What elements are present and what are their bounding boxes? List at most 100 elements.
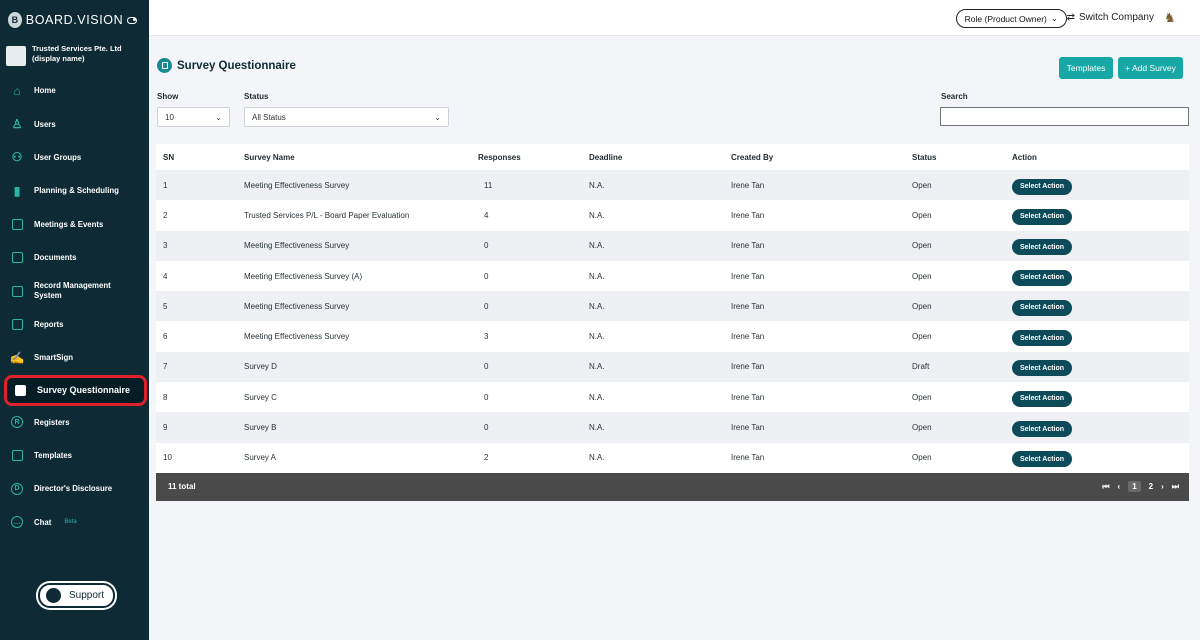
select-action-button[interactable]: Select Action bbox=[1012, 208, 1072, 225]
select-action-button[interactable]: Select Action bbox=[1012, 390, 1072, 407]
sidebar-item-templates[interactable]: Templates bbox=[0, 439, 149, 472]
next-page-icon[interactable]: › bbox=[1161, 482, 1164, 491]
cell-deadline: N.A. bbox=[589, 180, 605, 190]
sidebar-item-label: Director's Disclosure bbox=[34, 484, 113, 494]
sidebar-item-documents[interactable]: Documents bbox=[0, 241, 149, 274]
status-select[interactable]: All Status ⌄ bbox=[244, 107, 449, 127]
sidebar-item-home[interactable]: ⌂ Home bbox=[0, 74, 149, 107]
company-switcher[interactable]: Trusted Services Pte. Ltd (display name) bbox=[0, 40, 149, 68]
sidebar-nav: ⌂ Home ♙ Users ⚇ User Groups ▮ Planning … bbox=[0, 74, 149, 539]
header-sn[interactable]: SN bbox=[156, 153, 237, 162]
select-action-button[interactable]: Select Action bbox=[1012, 239, 1072, 256]
sidebar-item-chat[interactable]: … Chat Beta bbox=[0, 506, 149, 539]
cell-deadline: N.A. bbox=[589, 453, 605, 463]
header-status[interactable]: Status bbox=[905, 153, 1005, 162]
sidebar-item-label: SmartSign bbox=[34, 353, 73, 363]
sidebar-item-planning[interactable]: ▮ Planning & Scheduling bbox=[0, 174, 149, 207]
cell-deadline: N.A. bbox=[589, 332, 605, 342]
responses-value: 3 bbox=[484, 332, 489, 342]
sidebar-item-survey-questionnaire[interactable]: Survey Questionnaire bbox=[4, 374, 147, 406]
select-action-button[interactable]: Select Action bbox=[1012, 330, 1072, 347]
cell-responses: 3 bbox=[471, 332, 582, 341]
responses-value: 0 bbox=[484, 392, 489, 402]
header-deadline[interactable]: Deadline bbox=[582, 153, 724, 162]
sidebar-item-reports[interactable]: Reports bbox=[0, 308, 149, 341]
page-1-button[interactable]: 1 bbox=[1128, 481, 1141, 493]
sidebar-item-label: Reports bbox=[34, 319, 64, 329]
sidebar-item-user-groups[interactable]: ⚇ User Groups bbox=[0, 141, 149, 174]
sidebar-item-record-management[interactable]: Record Management System bbox=[0, 274, 149, 307]
cell-action: Select Action bbox=[1005, 357, 1189, 377]
prev-page-icon[interactable]: ‹ bbox=[1118, 482, 1121, 491]
cell-sn: 5 bbox=[163, 301, 168, 311]
sidebar-item-label: User Groups bbox=[34, 152, 82, 162]
select-action-button[interactable]: Select Action bbox=[1012, 360, 1072, 377]
cell-sn: 9 bbox=[163, 423, 168, 433]
cell-responses: 2 bbox=[471, 453, 582, 462]
select-action-button[interactable]: Select Action bbox=[1012, 299, 1072, 316]
cell-created-by: Irene Tan bbox=[731, 423, 765, 433]
cell-deadline: N.A. bbox=[589, 241, 605, 251]
cell-action: Select Action bbox=[1005, 327, 1189, 347]
switch-company-label: Switch Company bbox=[1078, 12, 1154, 23]
cell-action: Select Action bbox=[1005, 176, 1189, 195]
cell-survey-name: Meeting Effectiveness Survey bbox=[244, 241, 350, 251]
cell-responses: 0 bbox=[471, 241, 582, 250]
sidebar-item-directors-disclosure[interactable]: D Director's Disclosure bbox=[0, 472, 149, 505]
sidebar-item-label: Survey Questionnaire bbox=[37, 385, 131, 396]
sidebar-toggle-icon[interactable] bbox=[127, 16, 137, 24]
sidebar: B BOARD.VISION Trusted Services Pte. Ltd… bbox=[0, 0, 149, 640]
templates-button[interactable]: Templates bbox=[1059, 57, 1113, 79]
cell-deadline: N.A. bbox=[589, 392, 605, 402]
table-row: 6 Meeting Effectiveness Survey 3 N.A. Ir… bbox=[156, 321, 1189, 352]
user-avatar-icon[interactable]: ♞ bbox=[1164, 10, 1178, 26]
home-icon: ⌂ bbox=[13, 83, 21, 98]
page-2-button[interactable]: 2 bbox=[1149, 482, 1153, 491]
calendar-icon bbox=[10, 217, 24, 231]
show-select[interactable]: 10 ⌄ bbox=[157, 107, 230, 127]
responses-value: 0 bbox=[484, 271, 489, 281]
select-action-button[interactable]: Select Action bbox=[1012, 451, 1072, 468]
table-row: 2 Trusted Services P/L - Board Paper Eva… bbox=[156, 200, 1189, 231]
last-page-icon[interactable]: ⏭ bbox=[1172, 482, 1179, 492]
table-row: 1 Meeting Effectiveness Survey 11 N.A. I… bbox=[156, 170, 1189, 201]
cell-sn: 8 bbox=[163, 392, 168, 402]
pagination: ⏮ ‹ 1 2 › ⏭ bbox=[1102, 481, 1179, 493]
responses-value: 2 bbox=[484, 453, 489, 463]
add-survey-button[interactable]: + Add Survey bbox=[1118, 57, 1183, 79]
app-logo-text: BOARD.VISION bbox=[25, 13, 124, 27]
cell-status: Open bbox=[912, 301, 932, 311]
cell-created-by: Irene Tan bbox=[731, 453, 765, 463]
first-page-icon[interactable]: ⏮ bbox=[1102, 482, 1109, 492]
user-icon: ♙ bbox=[11, 117, 23, 132]
select-action-button[interactable]: Select Action bbox=[1012, 178, 1072, 195]
role-dropdown[interactable]: Role (Product Owner) ⌄ bbox=[955, 9, 1067, 28]
select-action-button[interactable]: Select Action bbox=[1012, 421, 1072, 438]
cell-action: Select Action bbox=[1005, 236, 1189, 256]
status-label: Status bbox=[244, 92, 269, 101]
sidebar-item-users[interactable]: ♙ Users bbox=[0, 107, 149, 140]
cell-responses: 11 bbox=[471, 181, 582, 190]
switch-company-button[interactable]: ⇄ Switch Company bbox=[1067, 12, 1154, 23]
header-survey-name[interactable]: Survey Name bbox=[237, 153, 471, 162]
sidebar-item-smartsign[interactable]: ✍ SmartSign bbox=[0, 341, 149, 374]
header-responses[interactable]: Responses bbox=[471, 153, 582, 162]
select-action-button[interactable]: Select Action bbox=[1012, 269, 1072, 286]
responses-value: 0 bbox=[484, 241, 489, 251]
search-input[interactable] bbox=[940, 107, 1189, 126]
sidebar-item-label: Record Management System bbox=[34, 281, 111, 301]
status-select-value: All Status bbox=[252, 112, 286, 122]
sidebar-item-label: Chat bbox=[34, 517, 52, 527]
swap-icon: ⇄ bbox=[1066, 12, 1075, 23]
sidebar-item-registers[interactable]: R Registers bbox=[0, 406, 149, 439]
cell-status: Open bbox=[912, 332, 932, 342]
cell-action: Select Action bbox=[1005, 418, 1189, 438]
survey-table: SN Survey Name Responses Deadline Create… bbox=[156, 144, 1189, 501]
cell-survey-name: Survey C bbox=[244, 392, 277, 402]
reports-icon bbox=[10, 317, 24, 331]
sidebar-item-meetings[interactable]: Meetings & Events bbox=[0, 208, 149, 241]
support-chat-icon bbox=[46, 588, 61, 603]
registered-icon: R bbox=[10, 415, 24, 429]
header-created-by[interactable]: Created By bbox=[724, 153, 905, 162]
support-button[interactable]: Support bbox=[38, 583, 115, 608]
